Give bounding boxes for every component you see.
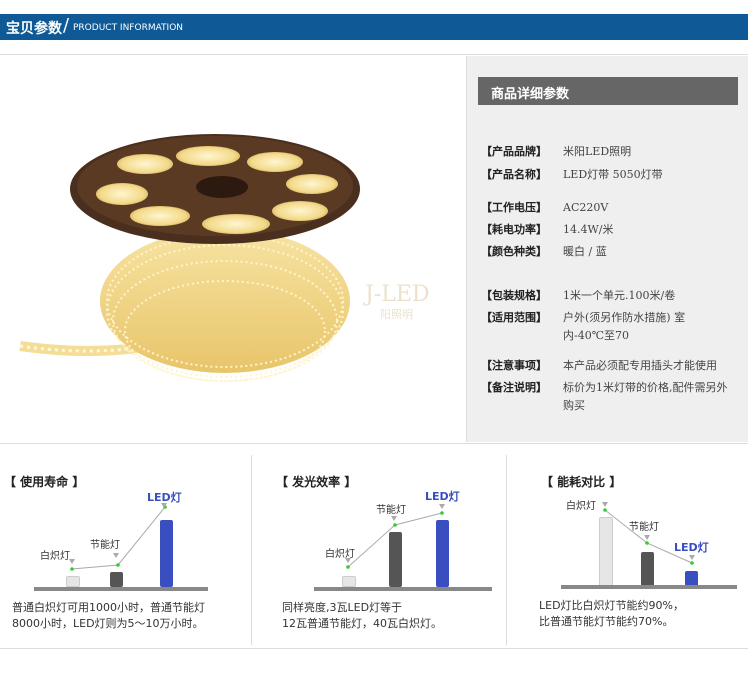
card-description: LED灯比白炽灯节能约90%， 比普通节能灯节能约70%。 <box>539 598 684 630</box>
label-led: LED灯 <box>425 490 460 503</box>
spec-key: 【适用范围】 <box>481 311 547 324</box>
chart-baseline <box>34 587 208 591</box>
spec-value: 暖白 / 蓝 <box>563 245 607 258</box>
divider <box>0 443 748 444</box>
led-strip-reel-image: J-LED 阳照明 <box>19 134 430 382</box>
spec-value: 本产品必须配专用插头才能使用 <box>563 359 717 372</box>
bar-incandescent <box>342 576 356 587</box>
divider <box>0 54 748 55</box>
bar-cfl <box>389 532 402 587</box>
label-led: LED灯 <box>674 541 709 554</box>
spec-key: 【耗电功率】 <box>481 223 547 236</box>
spec-row-name: 【产品名称】 LED灯带 5050灯带 <box>481 166 746 184</box>
chart-baseline <box>561 585 737 589</box>
label-incandescent: 白炽灯 <box>325 549 355 560</box>
spec-row-power: 【耗电功率】 14.4W/米 <box>481 221 746 239</box>
bar-led <box>436 520 449 587</box>
bar-incandescent <box>599 517 613 587</box>
desc-line: 同样亮度,3瓦LED灯等于 <box>282 601 403 614</box>
desc-line: 12瓦普通节能灯，40瓦白炽灯。 <box>282 617 442 630</box>
label-incandescent: 白炽灯 <box>566 501 596 512</box>
card-efficiency: 【 发光效率 】 白炽灯 节能灯 LED灯 同样亮度,3瓦LED灯等于 12瓦普… <box>252 455 506 645</box>
desc-line: LED灯比白炽灯节能约90%， <box>539 599 684 612</box>
spec-key: 【工作电压】 <box>481 201 547 214</box>
spec-value: 标价为1米灯带的价格,配件需另外购买 <box>563 381 728 412</box>
section-header: 宝贝参数 / PRODUCT INFORMATION <box>0 14 748 40</box>
spec-row-package: 【包装规格】 1米一个单元.100米/卷 <box>481 287 746 305</box>
divider <box>0 648 748 649</box>
label-led: LED灯 <box>147 491 182 504</box>
spec-key: 【备注说明】 <box>481 381 547 394</box>
details-panel: 商品详细参数 【产品品牌】 米阳LED照明 【产品名称】 LED灯带 5050灯… <box>466 56 748 442</box>
spec-row-scope: 【适用范围】 户外(须另作防水措施) 室内-40℃至70 <box>481 309 746 345</box>
spec-row-remark: 【备注说明】 标价为1米灯带的价格,配件需另外购买 <box>481 379 746 415</box>
watermark: J-LED <box>363 282 430 307</box>
spec-value: 户外(须另作防水措施) 室内-40℃至70 <box>563 311 686 342</box>
bar-led <box>160 520 173 587</box>
spec-value: AC220V <box>563 201 609 214</box>
spec-row-voltage: 【工作电压】 AC220V <box>481 199 746 217</box>
section-title-en: PRODUCT INFORMATION <box>73 23 184 33</box>
energy-illustration <box>602 502 695 565</box>
spec-value: LED灯带 5050灯带 <box>563 168 663 181</box>
label-cfl: 节能灯 <box>90 540 120 551</box>
label-cfl: 节能灯 <box>629 522 659 533</box>
section-title-zh: 宝贝参数 <box>6 21 62 37</box>
desc-line: 比普通节能灯节能约70%。 <box>539 615 674 628</box>
card-description: 同样亮度,3瓦LED灯等于 12瓦普通节能灯，40瓦白炽灯。 <box>282 600 442 632</box>
spec-row-notice: 【注意事项】 本产品必须配专用插头才能使用 <box>481 357 746 375</box>
card-energy: 【 能耗对比 】 白炽灯 节能灯 LED灯 LED灯比白炽灯节能约90%， 比普… <box>507 455 748 645</box>
lifespan-illustration <box>69 503 167 571</box>
spec-key: 【产品名称】 <box>481 168 547 181</box>
card-description: 普通白炽灯可用1000小时，普通节能灯 8000小时，LED灯则为5～10万小时… <box>12 600 205 632</box>
spec-key: 【包装规格】 <box>481 289 547 302</box>
spec-value: 1米一个单元.100米/卷 <box>563 289 676 302</box>
label-cfl: 节能灯 <box>376 505 406 516</box>
efficiency-illustration <box>345 504 445 569</box>
title-divider: / <box>63 15 70 36</box>
spec-row-color: 【颜色种类】 暖白 / 蓝 <box>481 243 746 261</box>
spec-row-brand: 【产品品牌】 米阳LED照明 <box>481 143 746 161</box>
bar-cfl <box>641 552 654 587</box>
bar-cfl <box>110 572 123 587</box>
desc-line: 普通白炽灯可用1000小时，普通节能灯 <box>12 601 205 614</box>
product-photo: J-LED 阳照明 <box>0 56 466 442</box>
details-title: 商品详细参数 <box>478 77 738 105</box>
spec-key: 【注意事项】 <box>481 359 547 372</box>
spec-value: 14.4W/米 <box>563 223 614 236</box>
label-incandescent: 白炽灯 <box>40 551 70 562</box>
chart-baseline <box>314 587 492 591</box>
spec-key: 【产品品牌】 <box>481 145 547 158</box>
spec-key: 【颜色种类】 <box>481 245 547 258</box>
bar-incandescent <box>66 576 80 587</box>
card-lifespan: 【 使用寿命 】 白炽灯 节能灯 LED灯 普通白炽灯可用1000小时，普通节能… <box>0 455 250 645</box>
desc-line: 8000小时，LED灯则为5～10万小时。 <box>12 617 204 630</box>
watermark-sub: 阳照明 <box>380 308 413 321</box>
spec-value: 米阳LED照明 <box>563 145 632 158</box>
